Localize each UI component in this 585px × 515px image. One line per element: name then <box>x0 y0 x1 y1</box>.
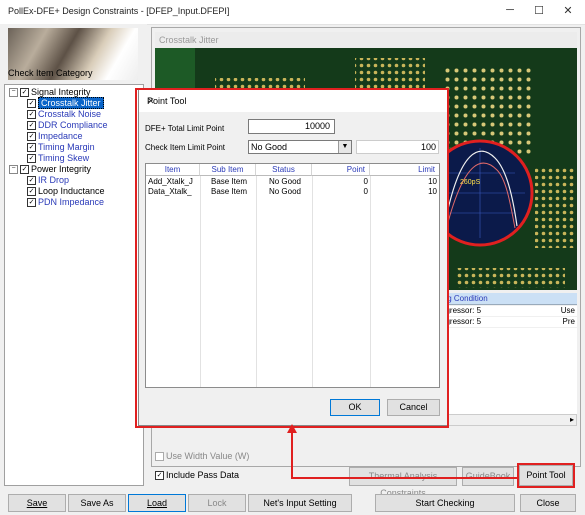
start-checking-button[interactable]: Start Checking <box>375 494 515 512</box>
column-header-limit[interactable]: Limit <box>370 164 439 176</box>
point-grid[interactable]: Item Sub Item Status Point Limit Add_Xta… <box>145 163 440 388</box>
collapse-icon[interactable]: − <box>9 165 18 175</box>
tree-node-crosstalk-jitter[interactable]: ✓ Crosstalk Jitter <box>27 97 104 109</box>
left-panel: Check Item Category − ✓ Signal Integrity ✓… <box>0 24 147 486</box>
save-button[interactable]: Save <box>8 494 66 512</box>
category-tree[interactable]: − ✓ Signal Integrity ✓ Crosstalk Jitter ✓ Cr… <box>4 84 144 486</box>
scroll-right-icon[interactable]: ▸ <box>570 415 574 424</box>
checkbox-checked-icon[interactable]: ✓ <box>27 110 36 120</box>
tree-node-loop-inductance[interactable]: ✓ Loop Inductance <box>27 186 105 197</box>
minimize-button[interactable]: ─ <box>500 4 520 20</box>
checkbox-checked-icon[interactable]: ✓ <box>27 99 36 109</box>
table-row[interactable]: Add_Xtalk_J Base Item No Good 0 10 <box>146 177 439 187</box>
total-limit-input[interactable]: 10000 <box>248 119 335 134</box>
checkbox-checked-icon[interactable]: ✓ <box>155 471 164 481</box>
tree-node-power-integrity[interactable]: − ✓ Power Integrity <box>9 164 91 175</box>
tree-node-timing-margin[interactable]: ✓ Timing Margin <box>27 142 95 153</box>
tree-node-impedance[interactable]: ✓ Impedance <box>27 131 83 142</box>
save-as-button[interactable]: Save As <box>68 494 126 512</box>
load-button[interactable]: Load <box>128 494 186 512</box>
checkbox-checked-icon[interactable]: ✓ <box>27 198 36 208</box>
tree-node-ir-drop[interactable]: ✓ IR Drop <box>27 175 69 186</box>
use-width-value-option[interactable]: Use Width Value (W) <box>155 451 249 462</box>
column-header-point[interactable]: Point <box>312 164 370 176</box>
include-pass-data-option[interactable]: ✓ Include Pass Data <box>155 470 239 481</box>
total-limit-label: DFE+ Total Limit Point <box>145 124 225 133</box>
checkbox-checked-icon[interactable]: ✓ <box>27 187 36 197</box>
category-label: Check Item Category <box>8 68 93 78</box>
checkbox-checked-icon[interactable]: ✓ <box>27 176 36 186</box>
tree-node-pdn-impedance[interactable]: ✓ PDN Impedance <box>27 197 104 208</box>
collapse-icon[interactable]: − <box>9 88 18 98</box>
tree-node-crosstalk-noise[interactable]: ✓ Crosstalk Noise <box>27 109 101 120</box>
condition-row: ggressor: 5 Use <box>437 306 577 316</box>
lock-button[interactable]: Lock <box>188 494 246 512</box>
point-tool-button[interactable]: Point Tool <box>519 465 573 486</box>
check-limit-input[interactable]: 100 <box>356 140 439 154</box>
window-title: PollEx-DFE+ Design Constraints - [DFEP_I… <box>8 6 230 16</box>
checkbox-checked-icon[interactable]: ✓ <box>27 132 36 142</box>
dropdown-arrow-icon[interactable]: ▼ <box>338 141 351 153</box>
nets-input-setting-button[interactable]: Net's Input Setting <box>248 494 352 512</box>
dialog-title-bar: Point Tool ✕ <box>139 90 448 112</box>
tree-node-ddr-compliance[interactable]: ✓ DDR Compliance <box>27 120 108 131</box>
dialog-close-icon[interactable]: ✕ <box>147 96 442 107</box>
checkbox-checked-icon[interactable]: ✓ <box>27 143 36 153</box>
condition-header: ing Condition <box>437 293 577 305</box>
close-button[interactable]: Close <box>520 494 576 512</box>
condition-row: ggressor: 5 Pre <box>437 317 577 327</box>
column-header-status[interactable]: Status <box>256 164 312 176</box>
column-header-sub-item[interactable]: Sub Item <box>200 164 256 176</box>
callout-arrow-icon <box>287 424 518 479</box>
checkbox-unchecked-icon[interactable] <box>155 452 164 462</box>
condition-panel-body <box>437 328 577 414</box>
tree-node-timing-skew[interactable]: ✓ Timing Skew <box>27 153 89 164</box>
viewer-title: Crosstalk Jitter <box>155 32 577 48</box>
checkbox-checked-icon[interactable]: ✓ <box>20 88 29 98</box>
table-row[interactable]: Data_Xtalk_ Base Item No Good 0 10 <box>146 187 439 197</box>
scope-label: 260pS <box>460 179 481 186</box>
ok-button[interactable]: OK <box>330 399 380 416</box>
column-header-item[interactable]: Item <box>146 164 200 176</box>
check-limit-select[interactable]: No Good ▼ <box>248 140 352 154</box>
check-limit-label: Check Item Limit Point <box>145 143 226 152</box>
checkbox-checked-icon[interactable]: ✓ <box>20 165 29 175</box>
checkbox-checked-icon[interactable]: ✓ <box>27 154 36 164</box>
checkbox-checked-icon[interactable]: ✓ <box>27 121 36 131</box>
close-window-button[interactable]: ✕ <box>558 4 578 20</box>
title-bar: PollEx-DFE+ Design Constraints - [DFEP_I… <box>0 0 585 25</box>
maximize-button[interactable]: ☐ <box>529 4 549 20</box>
cancel-button[interactable]: Cancel <box>387 399 440 416</box>
